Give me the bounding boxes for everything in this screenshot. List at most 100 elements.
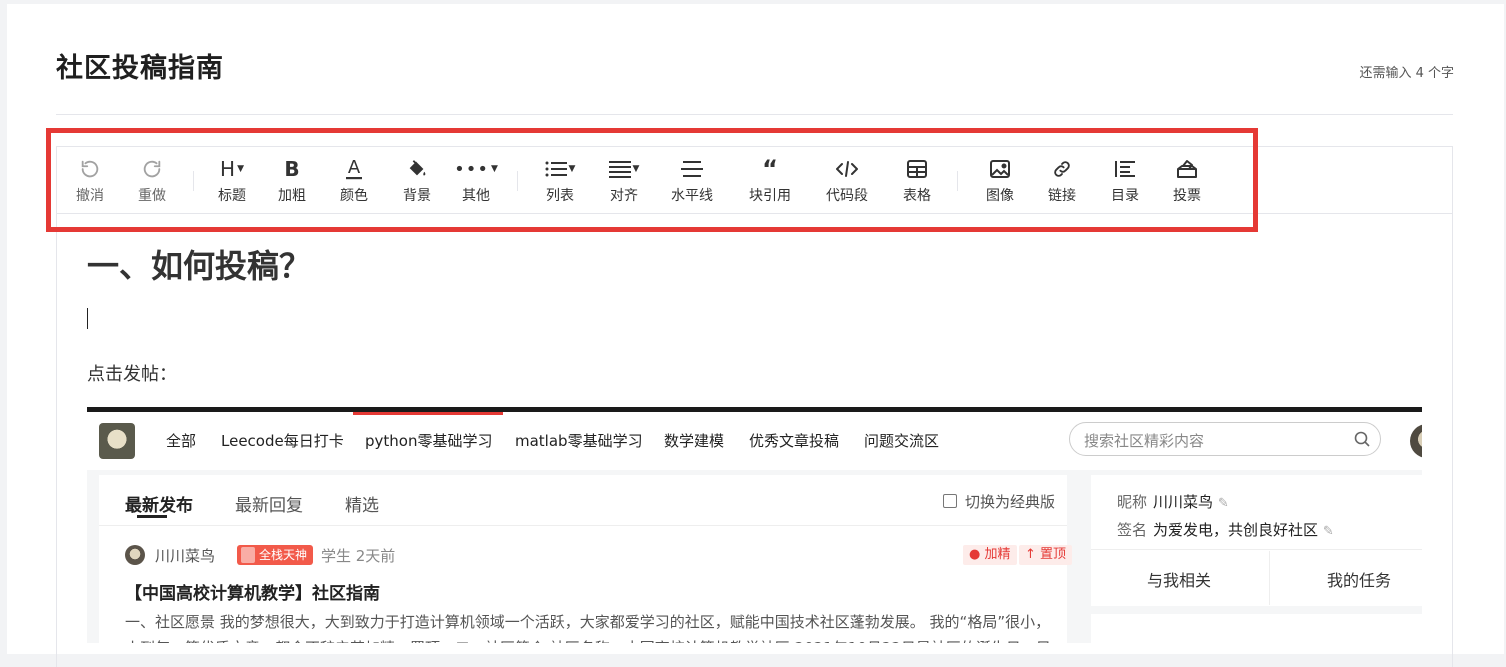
toolbar-separator	[193, 171, 194, 191]
toolbar-separator	[517, 171, 518, 191]
related-button: 与我相关	[1147, 571, 1212, 590]
list-button[interactable]: ▼ 列表	[539, 155, 581, 209]
signature-value: 为爱发电，共创良好社区	[1153, 521, 1319, 539]
toolbar-separator	[957, 171, 958, 191]
undo-button[interactable]: 撤消	[71, 155, 109, 209]
nav-item-math-modeling: 数学建模	[664, 432, 725, 450]
tasks-button: 我的任务	[1327, 571, 1392, 590]
screenshot-sidebar: 昵称 川川菜鸟 ✎ 签名 为爱发电，共创良好社区 ✎ 与我相关 我的任务	[1091, 475, 1422, 643]
vote-button[interactable]: 投票	[1169, 155, 1205, 209]
redo-button[interactable]: 重做	[133, 155, 171, 209]
feed-tab-latest: 最新发布	[125, 496, 193, 516]
link-label: 链接	[1048, 188, 1076, 204]
sidebar-gap	[1091, 606, 1422, 614]
title-divider	[56, 114, 1453, 115]
bold-icon: B	[284, 157, 300, 181]
image-icon	[990, 155, 1010, 183]
table-label: 表格	[903, 188, 931, 204]
nickname-label: 昵称	[1117, 493, 1148, 511]
screenshot-search: 搜索社区精彩内容	[1069, 422, 1381, 456]
nickname-row: 昵称 川川菜鸟 ✎	[1117, 491, 1229, 512]
list-icon: ▼	[545, 155, 575, 183]
feed-tabs: 最新发布 最新回复 精选 切换为经典版	[99, 475, 1067, 526]
vote-icon	[1176, 155, 1198, 183]
link-icon	[1052, 155, 1072, 183]
blockquote-button[interactable]: “ 块引用	[745, 155, 795, 209]
screenshot-feed: 最新发布 最新回复 精选 切换为经典版 川川菜鸟 全栈天神 学生 2天前 ● 加…	[99, 475, 1073, 643]
search-icon	[1354, 431, 1370, 447]
paint-bucket-icon	[406, 155, 428, 183]
badge-text: 全栈天神	[259, 548, 308, 562]
quote-icon: “	[762, 155, 778, 183]
horizontal-rule-icon	[681, 155, 703, 183]
align-label: 对齐	[610, 188, 638, 204]
feed-tab-indicator	[137, 515, 167, 518]
featured-chip: ● 加精	[963, 545, 1017, 565]
classic-toggle: 切换为经典版	[942, 491, 1055, 512]
post-author-avatar	[125, 545, 145, 565]
background-label: 背景	[403, 188, 431, 204]
align-button[interactable]: ▼ 对齐	[603, 155, 645, 209]
nav-item-questions: 问题交流区	[864, 432, 940, 450]
feed-tab-featured: 精选	[345, 496, 379, 516]
svg-text:A: A	[348, 157, 361, 178]
classic-label: 切换为经典版	[964, 493, 1055, 511]
code-label: 代码段	[826, 188, 868, 204]
heading-button[interactable]: H ▼ 标题	[213, 155, 251, 209]
featured-chip-text: 加精	[984, 547, 1011, 562]
code-icon	[836, 155, 858, 183]
redo-icon	[141, 155, 163, 183]
edit-icon: ✎	[1217, 496, 1229, 511]
background-button[interactable]: 背景	[400, 155, 434, 209]
more-dots-icon: ••• ▼	[454, 158, 498, 180]
hr-label: 水平线	[671, 188, 713, 204]
page-title[interactable]: 社区投稿指南	[56, 46, 224, 85]
vote-label: 投票	[1173, 188, 1201, 204]
toc-icon	[1115, 155, 1135, 183]
search-placeholder: 搜索社区精彩内容	[1084, 432, 1205, 450]
signature-row: 签名 为爱发电，共创良好社区 ✎	[1117, 519, 1334, 540]
signature-label: 签名	[1117, 521, 1148, 539]
image-label: 图像	[986, 188, 1014, 204]
bold-button[interactable]: B 加粗	[275, 155, 309, 209]
toc-label: 目录	[1111, 188, 1139, 204]
redo-label: 重做	[138, 188, 166, 204]
nav-item-leetcode: Leecode每日打卡	[221, 432, 344, 450]
color-label: 颜色	[340, 188, 368, 204]
pinned-chip: ↑ 置顶	[1019, 545, 1073, 565]
align-icon: ▼	[608, 155, 639, 183]
post-title: 【中国高校计算机教学】社区指南	[125, 584, 380, 604]
image-button[interactable]: 图像	[982, 155, 1018, 209]
user-avatar	[1410, 424, 1422, 458]
code-block-button[interactable]: 代码段	[822, 155, 872, 209]
content-heading[interactable]: 一、如何投稿？	[87, 241, 311, 287]
toc-button[interactable]: 目录	[1107, 155, 1143, 209]
nav-active-indicator	[353, 412, 503, 415]
link-button[interactable]: 链接	[1044, 155, 1080, 209]
content-paragraph[interactable]: 点击发帖：	[87, 360, 177, 386]
quote-label: 块引用	[749, 188, 791, 204]
embedded-screenshot: 全部 Leecode每日打卡 python零基础学习 matlab零基础学习 数…	[87, 407, 1422, 643]
undo-label: 撤消	[76, 188, 104, 204]
badge-icon	[241, 547, 255, 563]
color-button[interactable]: A 颜色	[337, 155, 371, 209]
bold-label: 加粗	[278, 188, 306, 204]
table-icon	[907, 155, 927, 183]
nav-item-python: python零基础学习	[365, 432, 493, 450]
undo-icon	[79, 155, 101, 183]
nav-item-matlab: matlab零基础学习	[515, 432, 643, 450]
heading-label: 标题	[218, 188, 246, 204]
classic-icon	[942, 494, 957, 508]
char-counter: 还需输入 4 个字	[1359, 66, 1454, 81]
author-badge: 全栈天神	[237, 545, 314, 565]
heading-icon: H ▼	[220, 157, 244, 181]
nav-item-all: 全部	[166, 432, 197, 450]
table-button[interactable]: 表格	[899, 155, 935, 209]
community-logo	[99, 423, 135, 459]
text-cursor	[87, 308, 88, 329]
pinned-chip-text: 置顶	[1040, 547, 1067, 562]
more-button[interactable]: ••• ▼ 其他	[454, 155, 498, 209]
horizontal-rule-button[interactable]: 水平线	[667, 155, 717, 209]
text-color-icon: A	[344, 155, 364, 183]
more-label: 其他	[462, 188, 490, 204]
